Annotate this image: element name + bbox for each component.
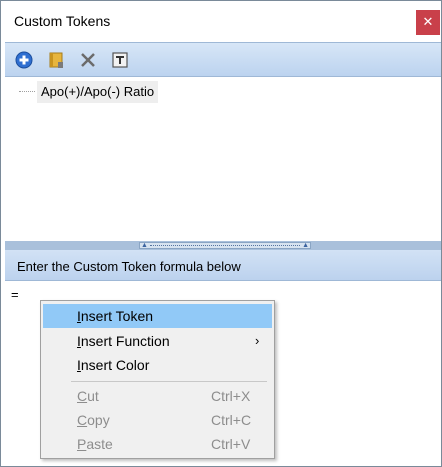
x-delete-icon — [81, 53, 95, 67]
menu-separator — [71, 381, 267, 382]
plus-circle-icon — [15, 51, 33, 69]
tree-item-token[interactable]: Apo(+)/Apo(-) Ratio — [37, 81, 159, 103]
text-format-button[interactable] — [110, 50, 130, 70]
custom-tokens-window: Custom Tokens ✕ Apo(+)/Apo(-) Ratio ▲ ▲ … — [0, 0, 442, 467]
window-title: Custom Tokens — [14, 13, 111, 29]
menu-item-label: Insert Color — [77, 357, 150, 373]
splitter-grip[interactable]: ▲ ▲ — [139, 242, 311, 249]
token-tree: Apo(+)/Apo(-) Ratio — [5, 78, 441, 241]
grip-arrow-right-icon: ▲ — [302, 242, 309, 249]
menu-item-cut[interactable]: Cut Ctrl+X — [43, 384, 272, 408]
submenu-arrow-icon: › — [255, 333, 260, 348]
close-icon: ✕ — [422, 14, 434, 29]
grip-dots — [150, 245, 300, 246]
notebook-icon — [49, 52, 63, 68]
menu-item-label: Copy — [77, 412, 110, 428]
formula-header-label: Enter the Custom Token formula below — [17, 259, 241, 274]
context-menu: Insert Token Insert Function › Insert Co… — [40, 300, 275, 459]
menu-item-paste[interactable]: Paste Ctrl+V — [43, 432, 272, 456]
title-bar: Custom Tokens ✕ — [1, 1, 441, 41]
menu-item-label: Insert Token — [77, 308, 154, 324]
toolbar — [5, 42, 441, 77]
menu-item-label: Paste — [77, 436, 113, 452]
menu-item-insert-token[interactable]: Insert Token — [43, 304, 272, 328]
menu-item-shortcut: Ctrl+X — [211, 388, 251, 404]
tree-connector — [19, 91, 35, 92]
menu-item-label: Cut — [77, 388, 99, 404]
close-button[interactable]: ✕ — [416, 10, 440, 35]
menu-item-insert-function[interactable]: Insert Function › — [43, 329, 272, 353]
formula-text: = — [11, 287, 19, 302]
menu-item-shortcut: Ctrl+C — [211, 412, 252, 428]
panel-splitter[interactable]: ▲ ▲ — [5, 241, 441, 250]
menu-item-label: Insert Function — [77, 333, 170, 349]
text-tool-icon — [112, 52, 128, 68]
formula-header: Enter the Custom Token formula below — [5, 250, 441, 281]
menu-item-shortcut: Ctrl+V — [211, 436, 251, 452]
grip-arrow-left-icon: ▲ — [141, 242, 148, 249]
token-folder-button[interactable] — [46, 50, 66, 70]
menu-item-insert-color[interactable]: Insert Color — [43, 353, 272, 377]
menu-item-copy[interactable]: Copy Ctrl+C — [43, 408, 272, 432]
delete-token-button[interactable] — [78, 50, 98, 70]
add-token-button[interactable] — [14, 50, 34, 70]
